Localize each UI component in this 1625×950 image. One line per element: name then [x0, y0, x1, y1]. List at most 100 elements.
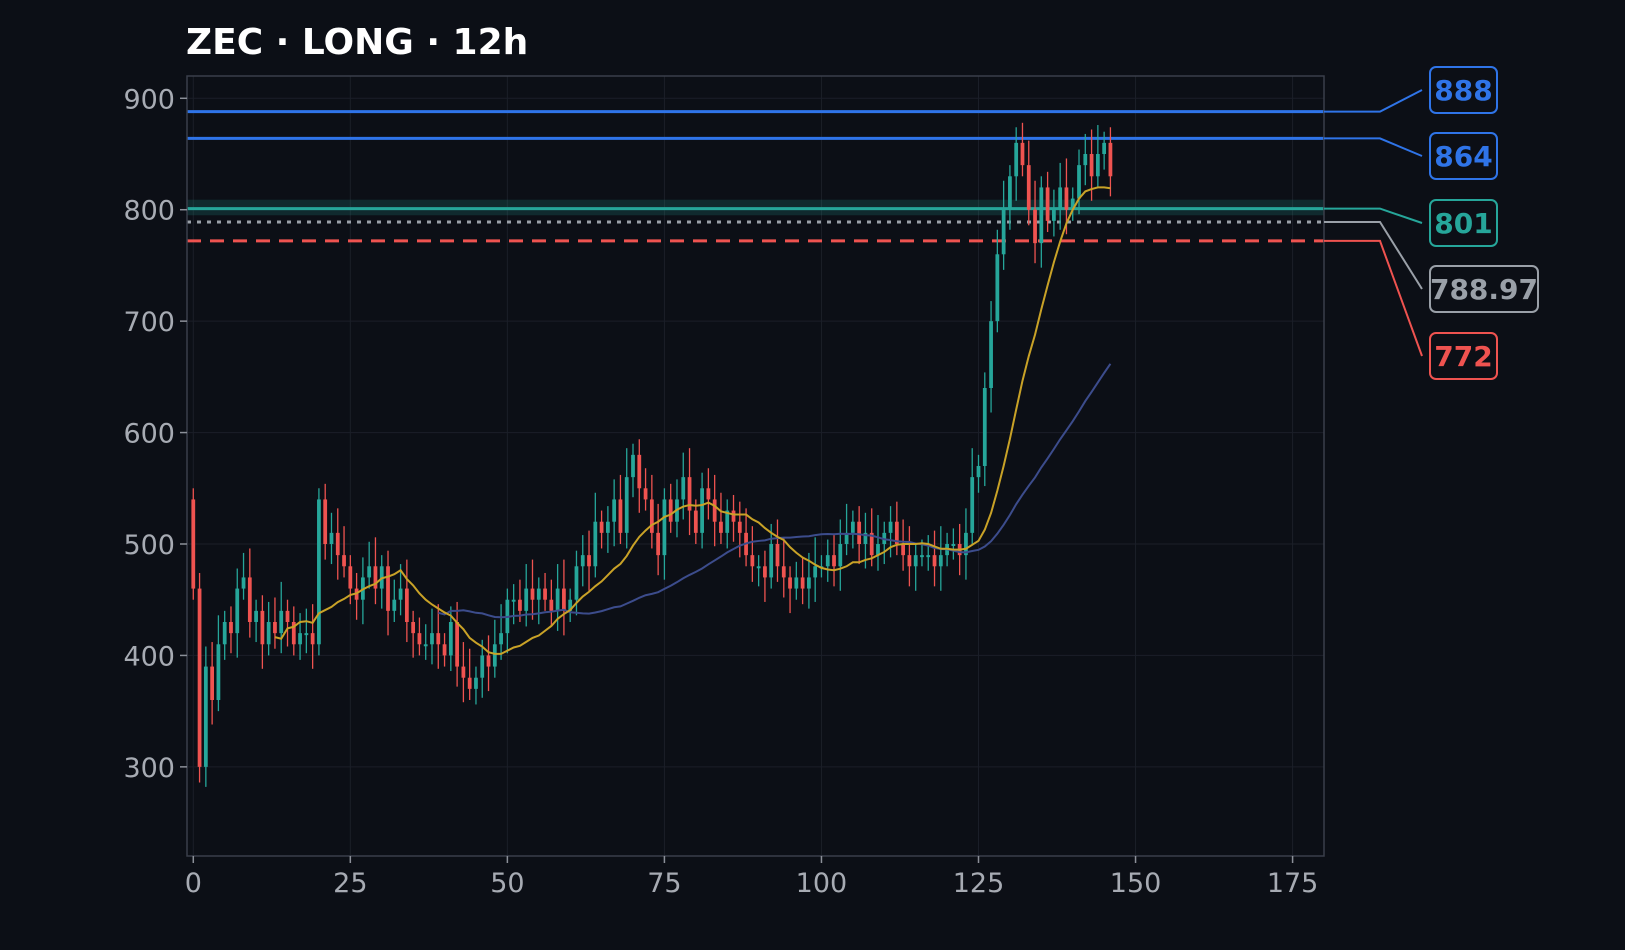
- candle-body: [417, 633, 422, 645]
- candle-body: [222, 622, 227, 645]
- candle-body: [913, 555, 918, 567]
- candle-body: [404, 588, 409, 622]
- candle-body: [813, 566, 818, 578]
- candle-body: [800, 577, 805, 589]
- candle-body: [1020, 142, 1025, 166]
- candle-body: [593, 521, 598, 567]
- candle-body: [970, 477, 975, 533]
- y-tick-label: 600: [123, 419, 175, 450]
- candle-body: [838, 544, 843, 567]
- x-tick-label: 75: [647, 868, 681, 899]
- candle-body: [329, 532, 334, 544]
- candle-body: [932, 555, 937, 567]
- candle-body: [1089, 154, 1094, 177]
- x-tick-label: 50: [490, 868, 524, 899]
- candle-body: [448, 622, 453, 656]
- candle-body: [769, 544, 774, 578]
- candle-body: [756, 566, 761, 569]
- candle-body: [731, 510, 736, 522]
- candle-body: [1095, 154, 1100, 177]
- level-label-801: 801: [1434, 207, 1492, 240]
- candle-body: [536, 588, 541, 600]
- candle-body: [1001, 209, 1006, 255]
- candle-body: [1051, 209, 1056, 221]
- candle-body: [825, 555, 830, 567]
- candle-body: [260, 610, 265, 645]
- y-tick-label: 700: [123, 307, 175, 338]
- candle-body: [794, 577, 799, 589]
- candle-body: [587, 555, 591, 567]
- candle-body: [492, 644, 497, 667]
- candle-body: [1102, 142, 1107, 154]
- candle-body: [530, 588, 535, 600]
- candle-body: [1064, 187, 1069, 210]
- candle-body: [317, 499, 321, 645]
- candle-body: [430, 633, 434, 645]
- candle-body: [1033, 209, 1037, 244]
- candle-body: [499, 633, 503, 645]
- candle-body: [1077, 165, 1081, 199]
- candle-body: [693, 510, 698, 533]
- candle-body: [386, 566, 390, 611]
- candle-body: [995, 254, 1000, 322]
- candle-body: [926, 555, 931, 558]
- candle-body: [938, 555, 943, 567]
- level-label-772: 772: [1434, 340, 1492, 373]
- candle-body: [1058, 187, 1063, 210]
- candle-body: [599, 521, 604, 533]
- candle-body: [951, 544, 956, 546]
- x-tick-label: 125: [953, 868, 1005, 899]
- candle-body: [524, 588, 529, 611]
- chart-title: ZEC · LONG · 12h: [186, 22, 528, 63]
- candle-body: [254, 610, 258, 622]
- candle-body: [775, 544, 780, 567]
- candle-body: [850, 521, 855, 533]
- level-label-864: 864: [1434, 140, 1492, 173]
- candle-body: [474, 677, 478, 689]
- candle-body: [681, 477, 686, 500]
- candle-body: [605, 521, 610, 533]
- candle-body: [342, 555, 346, 567]
- x-tick-label: 150: [1110, 868, 1162, 899]
- candle-body: [624, 477, 629, 533]
- candle-body: [442, 644, 447, 656]
- candle-body: [807, 577, 811, 589]
- candle-body: [423, 644, 428, 647]
- candle-body: [656, 532, 661, 556]
- candle-body: [203, 666, 208, 767]
- candle-body: [285, 610, 290, 622]
- candle-body: [1108, 142, 1113, 177]
- candle-body: [788, 577, 792, 589]
- candle-body: [480, 655, 485, 678]
- candle-body: [216, 644, 221, 700]
- y-tick-label: 300: [123, 753, 175, 784]
- candle-body: [700, 488, 704, 533]
- candle-body: [229, 622, 233, 634]
- candle-body: [649, 499, 654, 533]
- chart-background: [0, 0, 1625, 950]
- candle-body: [668, 499, 673, 522]
- candle-body: [392, 599, 397, 611]
- candle-body: [266, 622, 271, 645]
- candle-body: [273, 622, 277, 634]
- candle-body: [737, 521, 742, 533]
- candle-body: [335, 532, 340, 556]
- candle-body: [279, 610, 284, 634]
- candle-body: [750, 555, 755, 567]
- candle-body: [555, 588, 560, 611]
- candle-body: [518, 599, 522, 611]
- candle-body: [455, 622, 460, 667]
- candle-body: [549, 599, 554, 611]
- x-tick-label: 25: [333, 868, 367, 899]
- candle-body: [706, 488, 711, 500]
- candle-body: [241, 577, 246, 589]
- candle-body: [1045, 187, 1050, 221]
- candle-body: [398, 588, 403, 600]
- candle-body: [637, 454, 642, 489]
- candle-body: [191, 499, 196, 589]
- candle-body: [643, 488, 648, 500]
- candle-body: [467, 677, 472, 689]
- candle-body: [210, 666, 215, 700]
- candle-body: [1039, 187, 1044, 244]
- price-chart: ZEC · LONG · 12h 0 25 50 75 100 125 150 175 300…: [0, 0, 1625, 950]
